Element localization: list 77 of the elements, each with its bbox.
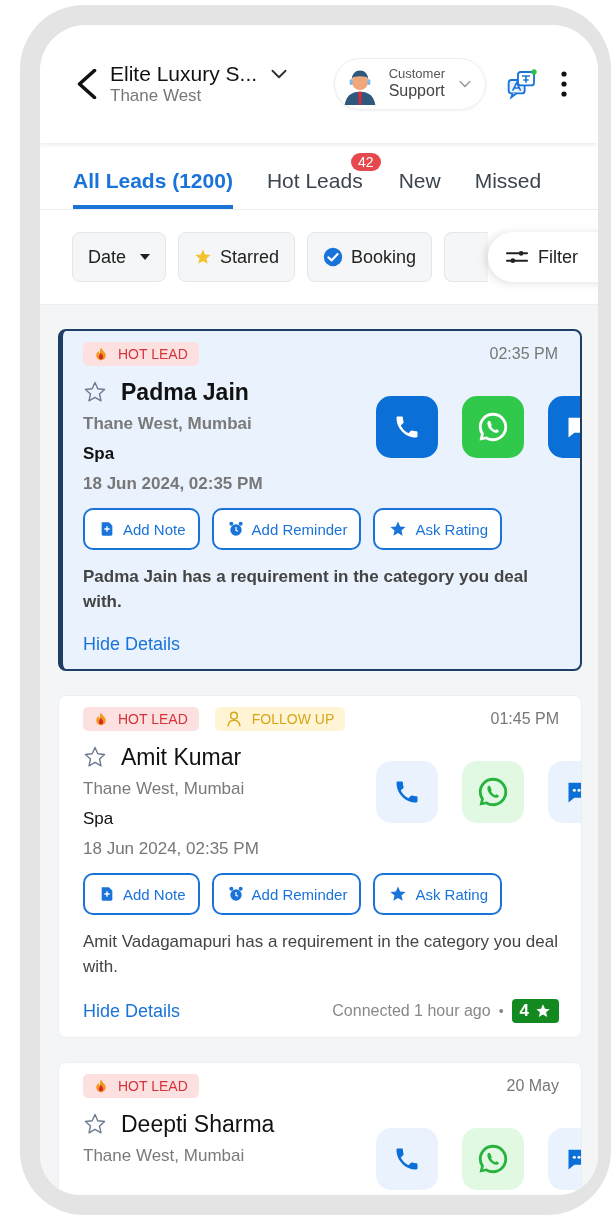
note-action-button[interactable]: Add Note: [83, 508, 200, 550]
connected-status: Connected 1 hour ago: [332, 1002, 491, 1020]
lead-name: Deepti Sharma: [121, 1110, 275, 1138]
tab[interactable]: Missed: [474, 151, 542, 209]
lead-category: Spa: [83, 809, 115, 829]
tab[interactable]: New: [398, 151, 441, 209]
filter-sliders-icon: [506, 249, 528, 265]
fire-icon: [94, 710, 108, 728]
lead-category: Spa: [83, 444, 116, 464]
whatsapp-icon: [476, 410, 510, 444]
note-action-button[interactable]: Add Note: [83, 873, 200, 915]
star-toggle[interactable]: [83, 380, 107, 404]
star-outline-icon: [83, 380, 107, 404]
check-circle-icon: [323, 247, 344, 267]
fire-icon: [94, 345, 108, 363]
lead-datetime: 18 Jun 2024, 02:35 PM: [83, 839, 260, 859]
lead-name: Amit Kumar: [121, 743, 242, 771]
lead-time: 20 May: [506, 1077, 559, 1095]
starred-filter-chip[interactable]: Starred: [178, 232, 296, 282]
lead-description: Amit Vadagamapuri has a requirement in the category you deal with.: [83, 931, 559, 978]
person-icon: [225, 710, 242, 728]
alarm-clock-icon: [227, 521, 244, 537]
whatsapp-button[interactable]: [462, 1128, 524, 1190]
filter-button[interactable]: Filter: [488, 232, 598, 282]
tag-label: HOT LEAD: [118, 1078, 188, 1094]
whatsapp-button[interactable]: [462, 761, 524, 823]
chevron-down-icon: [459, 79, 471, 89]
star-icon: [389, 520, 408, 538]
call-button[interactable]: [376, 1128, 438, 1190]
tag-label: HOT LEAD: [118, 711, 188, 727]
more-options-button[interactable]: [560, 70, 568, 98]
rating-action-button[interactable]: Ask Rating: [373, 508, 502, 550]
dropdown-triangle-icon: [140, 254, 151, 260]
business-switcher-button[interactable]: Elite Luxury S... Thane West: [110, 62, 334, 106]
alarm-clock-icon: [227, 886, 244, 902]
lead-location: Thane West, Mumbai: [83, 779, 246, 799]
note-icon: [99, 521, 115, 537]
translate-button[interactable]: [506, 68, 538, 100]
note-icon: [99, 886, 115, 902]
lead-time: 02:35 PM: [489, 345, 558, 363]
back-icon: [76, 69, 98, 99]
call-button[interactable]: [376, 761, 438, 823]
lead-name: Padma Jain: [121, 378, 249, 406]
star-icon: [535, 1003, 551, 1019]
rating-action-button[interactable]: Ask Rating: [373, 873, 502, 915]
star-toggle[interactable]: [83, 745, 107, 769]
whatsapp-icon: [476, 1142, 510, 1176]
hide-details-link[interactable]: Hide Details: [83, 634, 181, 655]
tag-label: HOT LEAD: [118, 346, 188, 362]
reminder-action-button[interactable]: Add Reminder: [211, 873, 362, 915]
chevron-down-icon: [271, 69, 288, 79]
star-outline-icon: [83, 745, 107, 769]
booking-filter-chip[interactable]: Booking: [307, 232, 433, 282]
more-options-icon: [560, 70, 568, 98]
star-icon: [389, 885, 408, 903]
reminder-action-button[interactable]: Add Reminder: [211, 508, 362, 550]
tag-label: FOLLOW UP: [251, 711, 335, 727]
lead-location: Thane West, Mumbai: [83, 1146, 246, 1166]
separator-dot: •: [498, 1003, 504, 1019]
lead-description: Padma Jain has a requirement in the category you deal with.: [83, 566, 529, 613]
lead-location: Thane West, Mumbai: [83, 414, 253, 434]
star-icon: [194, 248, 213, 266]
hide-details-link[interactable]: Hide Details: [83, 1000, 181, 1022]
rating-value: 4: [519, 1001, 529, 1021]
star-toggle[interactable]: [83, 1112, 107, 1136]
tab[interactable]: Hot Leads 42: [266, 151, 381, 209]
whatsapp-icon: [476, 775, 510, 809]
back-button[interactable]: [76, 69, 98, 99]
lead-datetime: 18 Jun 2024, 02:35 PM: [83, 474, 264, 494]
lead-time: 01:45 PM: [490, 710, 559, 728]
customer-support-button[interactable]: Customer Support: [333, 58, 486, 110]
star-outline-icon: [83, 1112, 107, 1136]
call-button[interactable]: [376, 396, 438, 458]
date-filter-chip[interactable]: Date: [72, 232, 167, 282]
count-badge: 42: [351, 153, 381, 171]
translate-icon: [506, 68, 538, 100]
fire-icon: [94, 1077, 108, 1095]
